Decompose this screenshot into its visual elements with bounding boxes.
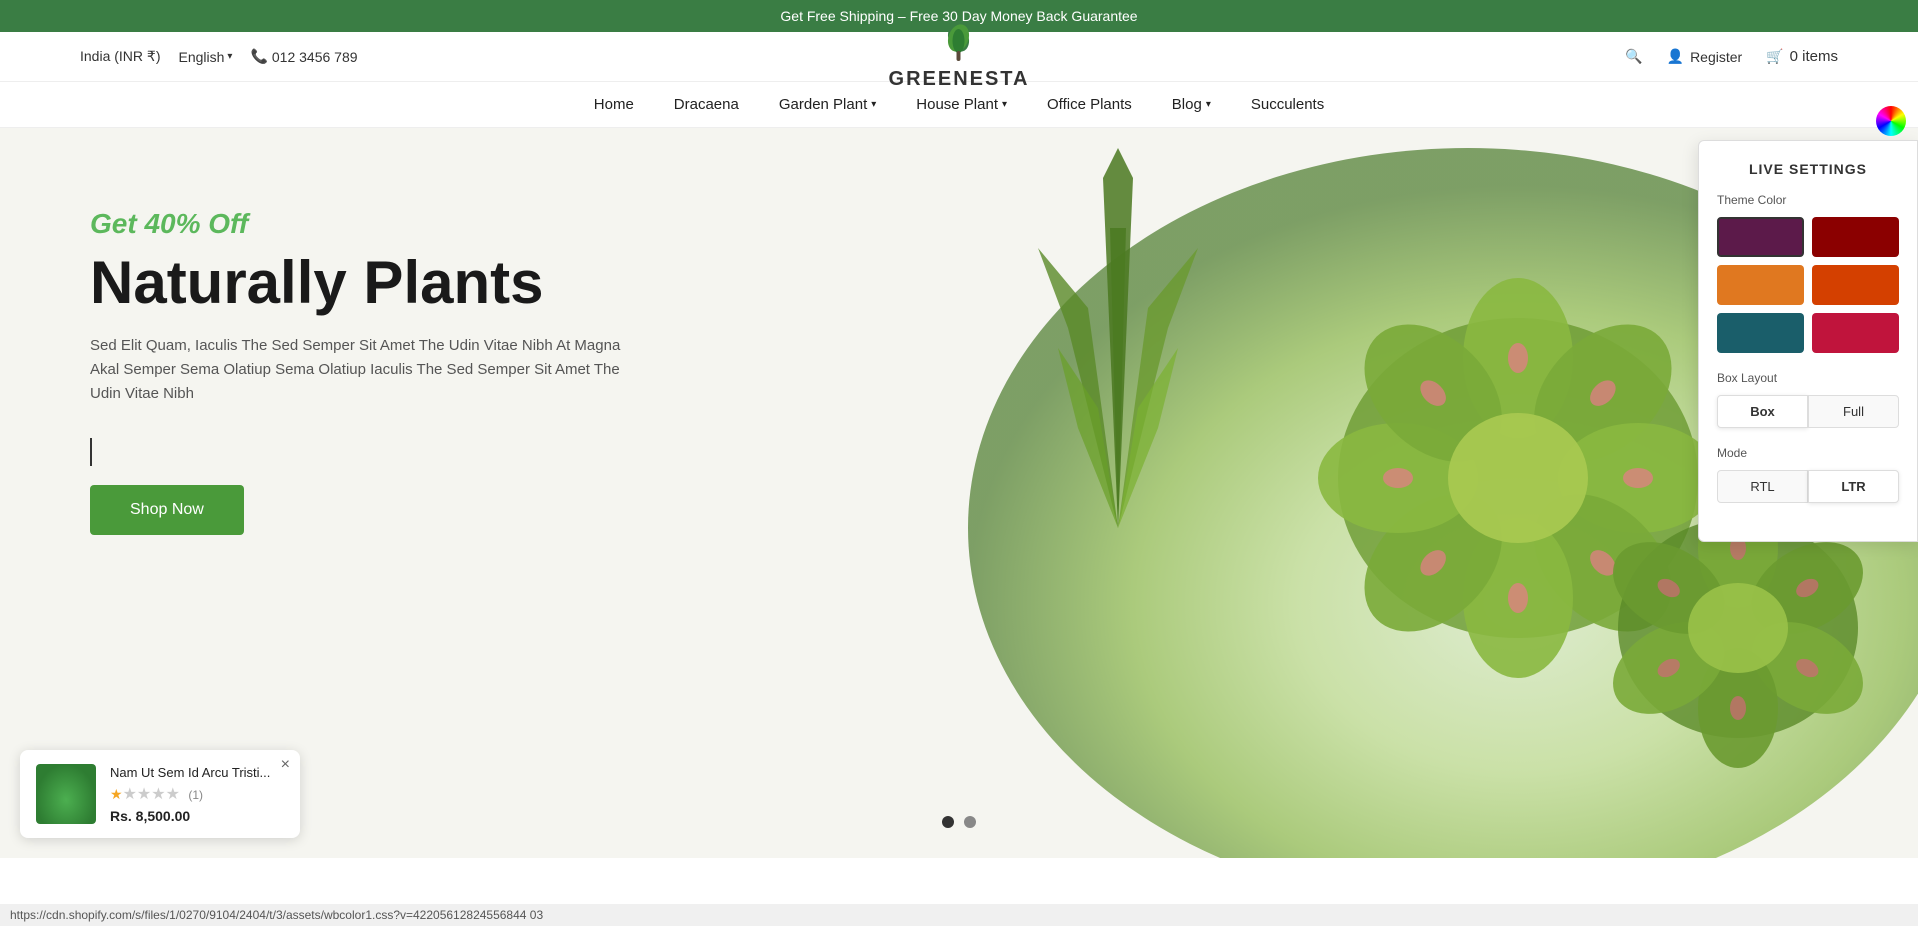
product-popup-info: Nam Ut Sem Id Arcu Tristi... ★★★★★ (1) R… [110, 765, 284, 824]
lang-selector[interactable]: English ▾ [178, 49, 232, 65]
nav-item-house-plant[interactable]: House Plant ▾ [916, 96, 1007, 113]
search-button[interactable]: 🔍 [1625, 48, 1642, 65]
hero-section: Get 40% Off Naturally Plants Sed Elit Qu… [0, 128, 1918, 858]
mode-options: RTL LTR [1717, 470, 1899, 503]
lang-chevron-icon: ▾ [227, 51, 232, 62]
phone-number: 012 3456 789 [272, 49, 358, 65]
color-swatch-orange[interactable] [1717, 265, 1804, 305]
color-swatch-orangered[interactable] [1812, 265, 1899, 305]
color-swatch-purple[interactable] [1717, 217, 1804, 257]
nav-item-home[interactable]: Home [594, 96, 634, 113]
cart-icon: 🛒 [1766, 48, 1783, 65]
search-icon: 🔍 [1625, 48, 1642, 65]
hero-content: Get 40% Off Naturally Plants Sed Elit Qu… [90, 208, 650, 535]
currency-selector[interactable]: India (INR ₹) [80, 48, 160, 65]
logo-icon [934, 23, 984, 68]
nav-item-succulents[interactable]: Succulents [1251, 96, 1324, 113]
product-popup-image [36, 764, 96, 824]
box-layout-options: Box Full [1717, 395, 1899, 428]
header-left: India (INR ₹) English ▾ 📞 012 3456 789 [80, 48, 358, 65]
color-swatch-darkred[interactable] [1812, 217, 1899, 257]
product-rating: ★★★★★ (1) [110, 784, 284, 804]
layout-box-button[interactable]: Box [1717, 395, 1808, 428]
color-swatch-crimson[interactable] [1812, 313, 1899, 353]
text-cursor [90, 438, 92, 466]
cart-area[interactable]: 🛒 0 items [1766, 48, 1838, 65]
nav-item-office-plants[interactable]: Office Plants [1047, 96, 1132, 113]
mode-rtl-button[interactable]: RTL [1717, 470, 1808, 503]
product-popup-price: Rs. 8,500.00 [110, 808, 284, 824]
slide-dot-2[interactable] [964, 816, 976, 828]
logo-text[interactable]: GREENESTA [889, 68, 1030, 91]
user-icon: 👤 [1667, 48, 1684, 65]
star-empty-3: ★ [137, 786, 151, 803]
mode-label: Mode [1717, 446, 1899, 460]
color-swatch-teal[interactable] [1717, 313, 1804, 353]
live-settings-panel: LIVE SETTINGS Theme Color Box Layout Box… [1698, 140, 1918, 542]
phone-icon: 📞 [250, 48, 267, 65]
product-popup: Nam Ut Sem Id Arcu Tristi... ★★★★★ (1) R… [20, 750, 300, 838]
theme-color-grid [1717, 217, 1899, 353]
slide-dot-1[interactable] [942, 816, 954, 828]
hero-title: Naturally Plants [90, 250, 650, 316]
hero-description: Sed Elit Quam, Iaculis The Sed Semper Si… [90, 334, 650, 406]
garden-plant-chevron-icon: ▾ [871, 99, 876, 110]
theme-color-label: Theme Color [1717, 193, 1899, 207]
popup-close-button[interactable]: × [281, 756, 290, 774]
status-url: https://cdn.shopify.com/s/files/1/0270/9… [10, 908, 543, 922]
star-empty-2: ★ [123, 786, 137, 803]
live-settings-title: LIVE SETTINGS [1717, 161, 1899, 177]
logo-area[interactable]: GREENESTA [889, 23, 1030, 91]
nav-item-dracaena[interactable]: Dracaena [674, 96, 739, 113]
blog-chevron-icon: ▾ [1206, 99, 1211, 110]
house-plant-chevron-icon: ▾ [1002, 99, 1007, 110]
shop-now-button[interactable]: Shop Now [90, 485, 244, 535]
nav-item-garden-plant[interactable]: Garden Plant ▾ [779, 96, 876, 113]
hero-discount: Get 40% Off [90, 208, 650, 240]
status-bar: https://cdn.shopify.com/s/files/1/0270/9… [0, 904, 1918, 926]
register-button[interactable]: 👤 Register [1667, 48, 1743, 65]
review-count: (1) [188, 788, 203, 802]
header: India (INR ₹) English ▾ 📞 012 3456 789 G… [0, 32, 1918, 82]
phone-area: 📞 012 3456 789 [250, 48, 357, 65]
star-filled-1: ★ [110, 786, 123, 802]
mode-ltr-button[interactable]: LTR [1808, 470, 1899, 503]
header-right: 🔍 👤 Register 🛒 0 items [1625, 48, 1838, 65]
star-empty-5: ★ [166, 786, 180, 803]
slide-dots [942, 816, 976, 828]
product-popup-name: Nam Ut Sem Id Arcu Tristi... [110, 765, 284, 780]
color-wheel-icon[interactable] [1876, 106, 1906, 136]
box-layout-label: Box Layout [1717, 371, 1899, 385]
layout-full-button[interactable]: Full [1808, 395, 1899, 428]
star-empty-4: ★ [151, 786, 165, 803]
cart-count: 0 items [1790, 48, 1838, 65]
nav-item-blog[interactable]: Blog ▾ [1172, 96, 1211, 113]
